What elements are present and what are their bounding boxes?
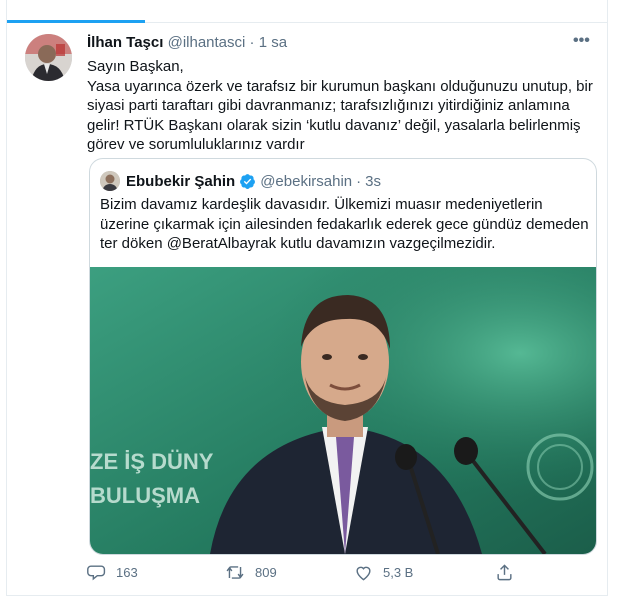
author-handle[interactable]: @ilhantasci xyxy=(168,34,246,51)
retweet-button[interactable]: 809 xyxy=(225,563,277,582)
active-tab-indicator xyxy=(7,20,145,23)
tweet-text-line: Sayın Başkan, xyxy=(87,58,184,75)
tweet-text: Sayın Başkan, Yasa uyarınca özerk ve tar… xyxy=(87,57,597,155)
retweet-count: 809 xyxy=(255,565,277,580)
quoted-timestamp[interactable]: 3s xyxy=(365,173,381,190)
backdrop-text: ZE İŞ DÜNY xyxy=(90,449,214,474)
header-separator: · xyxy=(249,34,255,51)
share-button[interactable] xyxy=(495,563,524,582)
reply-button[interactable]: 163 xyxy=(87,563,138,582)
tweet-timestamp[interactable]: 1 sa xyxy=(259,34,287,51)
quoted-tweet-photo[interactable]: ZE İŞ DÜNY BULUŞMA xyxy=(90,267,596,554)
reply-icon xyxy=(87,565,106,581)
quoted-header-separator: · xyxy=(356,172,362,190)
quoted-author-handle[interactable]: @ebekirsahin xyxy=(260,173,352,190)
tab-strip xyxy=(7,0,607,23)
share-icon xyxy=(497,564,512,581)
tweet-actions: 163 809 5,3 B xyxy=(87,563,607,585)
quoted-tweet-header: Ebubekir Şahin @ebekirsahin · 3s xyxy=(100,171,381,191)
backdrop-text: BULUŞMA xyxy=(90,483,200,508)
quoted-avatar-image xyxy=(100,171,120,191)
retweet-icon xyxy=(226,566,244,579)
quoted-tweet-text: Bizim davamız kardeşlik davasıdır. Ülkem… xyxy=(100,196,589,252)
quoted-avatar[interactable] xyxy=(100,171,120,191)
reply-count: 163 xyxy=(116,565,138,580)
timeline-column: İlhan Taşcı @ilhantasci · 1 sa ••• Sayın… xyxy=(6,0,608,596)
heart-icon xyxy=(356,566,371,581)
like-button[interactable]: 5,3 B xyxy=(354,563,413,582)
quoted-tweet[interactable]: Ebubekir Şahin @ebekirsahin · 3s Bizim d… xyxy=(89,158,597,555)
quoted-photo-image: ZE İŞ DÜNY BULUŞMA xyxy=(90,267,596,554)
tweet-text-line: Yasa uyarınca özerk ve tarafsız bir kuru… xyxy=(87,77,593,154)
like-count: 5,3 B xyxy=(383,565,414,580)
avatar-image xyxy=(25,34,72,81)
verified-badge-icon xyxy=(240,173,256,189)
tweet-header: İlhan Taşcı @ilhantasci · 1 sa xyxy=(87,34,287,51)
author-name[interactable]: İlhan Taşcı xyxy=(87,34,163,51)
more-options-icon[interactable]: ••• xyxy=(573,32,590,50)
avatar[interactable] xyxy=(25,34,72,81)
quoted-author-name[interactable]: Ebubekir Şahin xyxy=(126,173,235,190)
